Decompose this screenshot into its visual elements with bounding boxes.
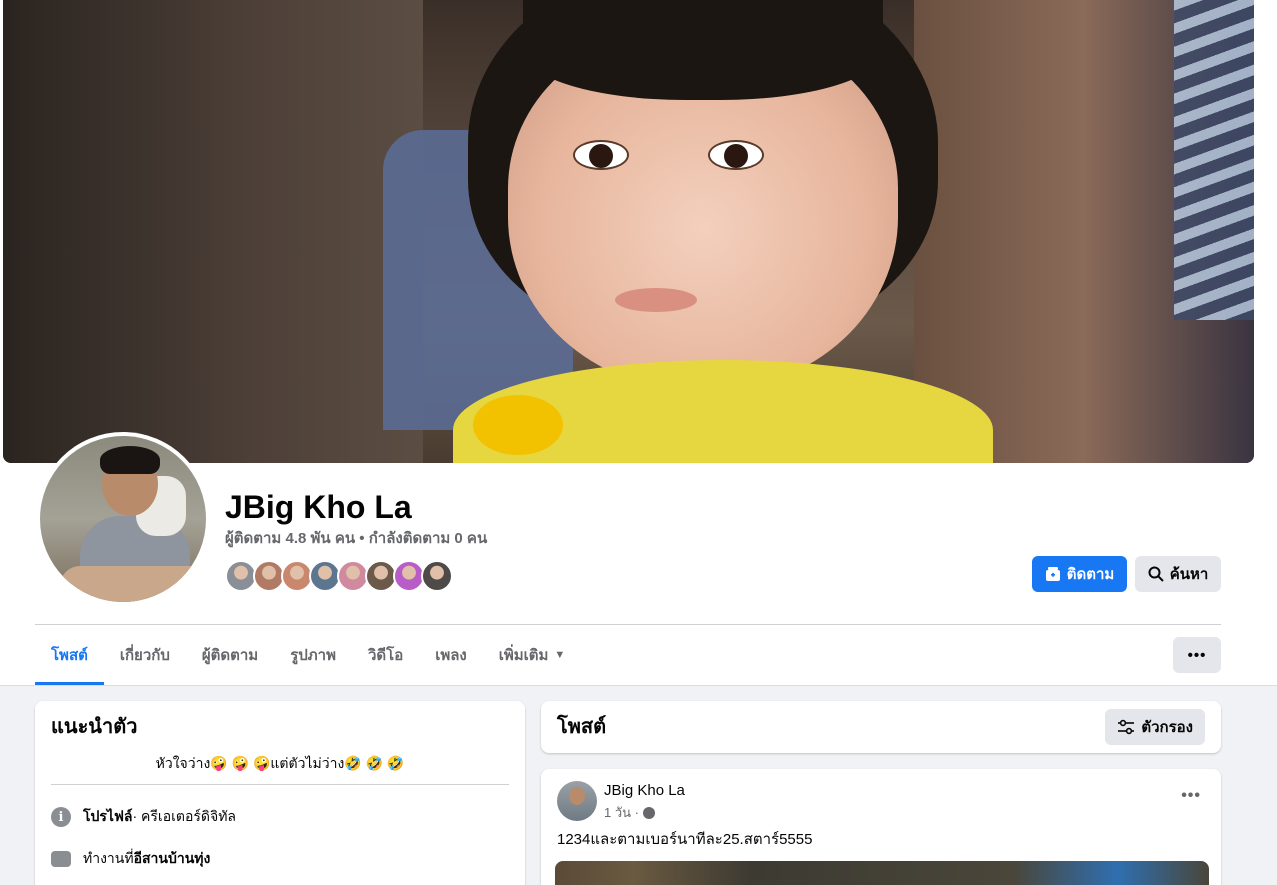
post-image[interactable]: [555, 861, 1209, 885]
work-prefix: ทำงานที่: [83, 850, 134, 866]
search-icon: [1148, 566, 1164, 582]
post-text: 1234และตามเบอร์นาทีละ25.สตาร์5555: [557, 831, 813, 848]
post-options-button[interactable]: •••: [1181, 787, 1201, 805]
intro-card: แนะนำตัว หัวใจว่าง🤪 🤪 🤪แต่ตัวไม่ว่าง🤣 🤣 …: [35, 701, 525, 885]
briefcase-icon: [51, 851, 71, 867]
more-dots-icon: •••: [1187, 646, 1207, 664]
post-timestamp[interactable]: 1 วัน ·: [604, 802, 639, 823]
follow-icon: [1045, 567, 1060, 581]
follow-button[interactable]: ติดตาม: [1032, 556, 1127, 592]
profile-avatar[interactable]: [40, 436, 206, 602]
tab-more[interactable]: เพิ่มเติม ▼: [483, 625, 582, 685]
post-author-name[interactable]: JBig Kho La: [604, 782, 685, 800]
tab-followers[interactable]: ผู้ติดตาม: [186, 625, 274, 685]
filter-sliders-icon: [1118, 719, 1135, 735]
follower-stats[interactable]: ผู้ติดตาม 4.8 พัน คน • กำลังติดตาม 0 คน: [225, 530, 487, 548]
profile-header-section: JBig Kho La ผู้ติดตาม 4.8 พัน คน • กำลัง…: [0, 0, 1277, 686]
tab-videos[interactable]: วิดีโอ: [352, 625, 419, 685]
post-card: JBig Kho La 1 วัน · ••• 1234และตามเบอร์น…: [541, 769, 1221, 885]
profile-tabs: โพสต์ เกี่ยวกับ ผู้ติดตาม รูปภาพ วิดีโอ …: [35, 625, 581, 685]
work-row: ทำงานที่ อีสานบ้านทุ่ง: [51, 847, 210, 871]
search-button-label: ค้นหา: [1169, 566, 1209, 583]
intro-bio: หัวใจว่าง🤪 🤪 🤪แต่ตัวไม่ว่าง🤣 🤣 🤣: [155, 755, 405, 771]
post-meta: 1 วัน ·: [604, 802, 655, 823]
follow-button-label: ติดตาม: [1066, 566, 1115, 583]
follower-avatar[interactable]: [421, 560, 453, 592]
post-author-avatar[interactable]: [557, 781, 597, 821]
follower-avatars: [225, 560, 453, 592]
tab-music[interactable]: เพลง: [419, 625, 483, 685]
tab-posts[interactable]: โพสต์: [35, 625, 104, 685]
globe-icon: [642, 806, 655, 819]
profile-label: โปรไฟล์: [83, 808, 133, 824]
intro-title: แนะนำตัว: [51, 716, 138, 738]
info-icon: i: [51, 807, 71, 827]
workplace-link[interactable]: อีสานบ้านทุ่ง: [134, 848, 211, 870]
posts-title: โพสต์: [557, 716, 607, 738]
posts-header-card: โพสต์ ตัวกรอง: [541, 701, 1221, 753]
filter-button-label: ตัวกรอง: [1141, 719, 1193, 736]
tab-about[interactable]: เกี่ยวกับ: [104, 625, 186, 685]
more-options-button[interactable]: •••: [1173, 637, 1221, 673]
profile-name: JBig Kho La: [225, 489, 412, 525]
profile-category-row: i โปรไฟล์ · ครีเอเตอร์ดิจิทัล: [51, 805, 236, 829]
tab-photos[interactable]: รูปภาพ: [274, 625, 352, 685]
profile-category: · ครีเอเตอร์ดิจิทัล: [132, 808, 237, 824]
cover-photo[interactable]: [3, 0, 1254, 463]
intro-divider: [51, 784, 509, 785]
search-button[interactable]: ค้นหา: [1135, 556, 1221, 592]
filter-button[interactable]: ตัวกรอง: [1105, 709, 1205, 745]
caret-down-icon: ▼: [554, 649, 566, 661]
